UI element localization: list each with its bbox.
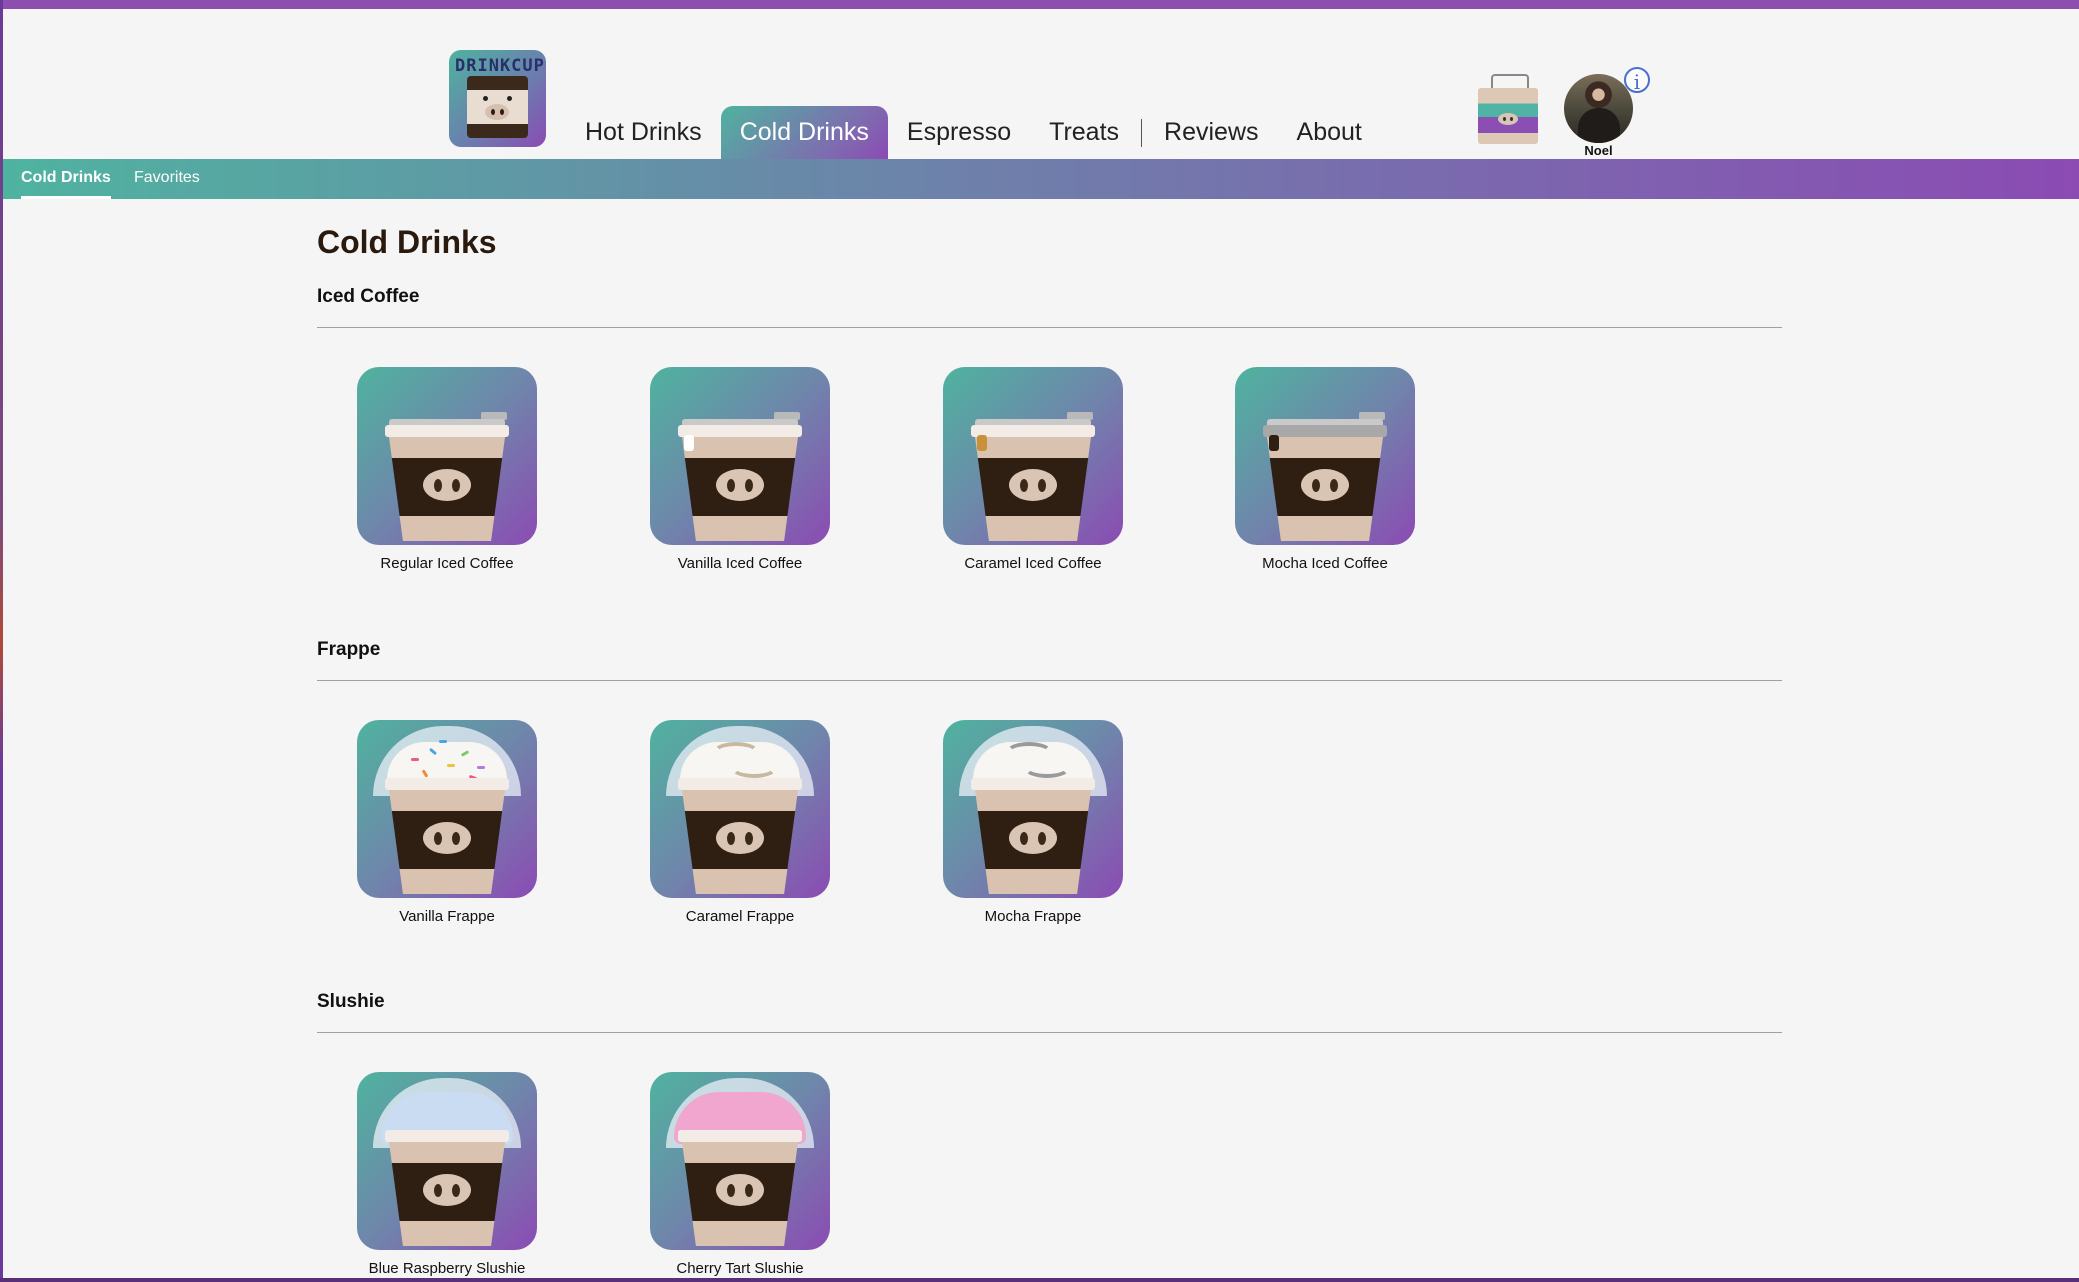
logo-cup-face bbox=[467, 76, 528, 138]
avatar[interactable] bbox=[1564, 74, 1633, 143]
window-bottom-edge bbox=[0, 1278, 2079, 1282]
drink-name: Vanilla Iced Coffee bbox=[677, 555, 803, 572]
drink-name: Caramel Iced Coffee bbox=[964, 555, 1102, 572]
nav-tab-cold-drinks[interactable]: Cold Drinks bbox=[720, 106, 888, 159]
drink-name: Mocha Frappe bbox=[984, 908, 1082, 925]
info-icon[interactable]: i bbox=[1624, 67, 1650, 94]
drink-name: Vanilla Frappe bbox=[399, 908, 495, 925]
nav-tab-espresso[interactable]: Espresso bbox=[888, 106, 1030, 159]
nav-tab-reviews[interactable]: Reviews bbox=[1145, 106, 1277, 159]
drink-cup-icon bbox=[650, 1072, 830, 1250]
drink-cup-icon bbox=[650, 720, 830, 898]
drink-cup-icon bbox=[650, 367, 830, 545]
section-divider bbox=[317, 327, 1782, 328]
section-title-frappe: Frappe bbox=[317, 639, 381, 660]
drink-cup-icon bbox=[943, 720, 1123, 898]
drink-name: Regular Iced Coffee bbox=[380, 555, 514, 572]
subtab-cold-drinks[interactable]: Cold Drinks bbox=[21, 159, 111, 199]
sub-nav: Cold Drinks Favorites bbox=[3, 159, 2079, 199]
subtab-favorites[interactable]: Favorites bbox=[134, 159, 200, 199]
drink-cup-icon bbox=[943, 367, 1123, 545]
drink-cup-icon bbox=[357, 720, 537, 898]
page-title: Cold Drinks bbox=[317, 224, 497, 260]
drink-name: Blue Raspberry Slushie bbox=[368, 1260, 526, 1277]
section-divider bbox=[317, 680, 1782, 681]
main-nav: Hot Drinks Cold Drinks Espresso Treats R… bbox=[566, 106, 1381, 159]
nav-tab-about[interactable]: About bbox=[1278, 106, 1381, 159]
drink-cup-icon bbox=[357, 367, 537, 545]
shopping-bag-icon[interactable] bbox=[1478, 74, 1538, 144]
nav-tab-treats[interactable]: Treats bbox=[1030, 106, 1138, 159]
nav-separator bbox=[1141, 118, 1143, 147]
nav-tab-hot-drinks[interactable]: Hot Drinks bbox=[566, 106, 721, 159]
drink-name: Cherry Tart Slushie bbox=[676, 1260, 804, 1277]
section-title-iced-coffee: Iced Coffee bbox=[317, 286, 420, 307]
logo-wordmark: DRINKCUP bbox=[455, 56, 545, 76]
drink-name: Caramel Frappe bbox=[685, 908, 795, 925]
drink-name: Mocha Iced Coffee bbox=[1262, 555, 1388, 572]
user-name: Noel bbox=[1584, 143, 1613, 158]
section-title-slushie: Slushie bbox=[317, 991, 385, 1012]
drink-cup-icon bbox=[1235, 367, 1415, 545]
top-accent-bar bbox=[0, 0, 2079, 9]
drinkcup-logo-icon[interactable]: DRINKCUP bbox=[449, 50, 546, 147]
drink-cup-icon bbox=[357, 1072, 537, 1250]
section-divider bbox=[317, 1032, 1782, 1033]
